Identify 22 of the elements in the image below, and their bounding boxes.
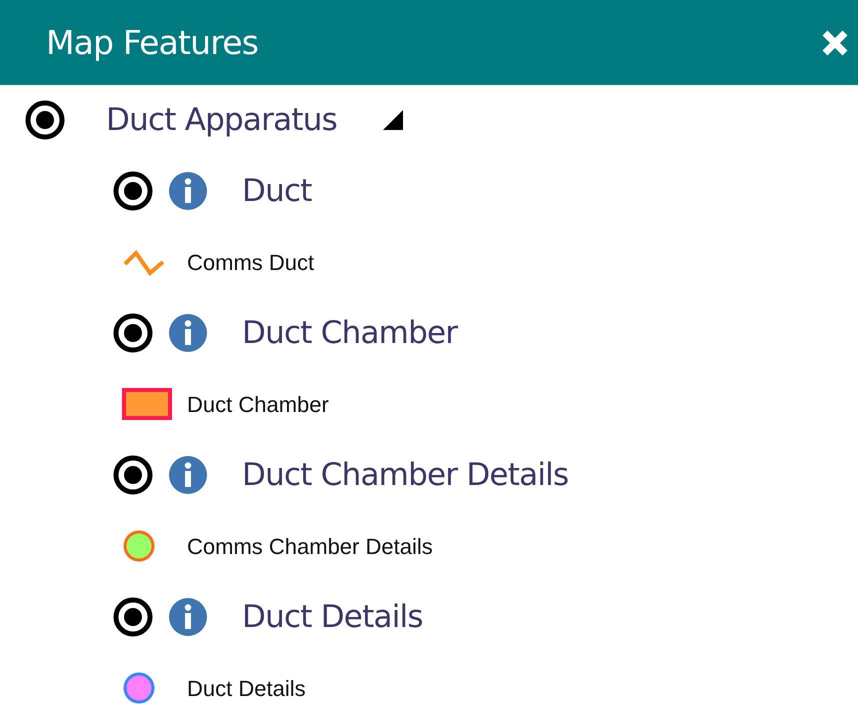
legend-label: Comms Duct bbox=[187, 248, 314, 276]
info-icon[interactable] bbox=[168, 313, 208, 353]
square-symbol-icon bbox=[122, 386, 172, 422]
legend-label: Duct Chamber bbox=[187, 390, 329, 418]
radio-button[interactable] bbox=[112, 454, 154, 496]
layer-name[interactable]: Duct Details bbox=[242, 594, 423, 640]
group-name[interactable]: Duct Apparatus bbox=[106, 96, 337, 144]
radio-button[interactable] bbox=[112, 596, 154, 638]
info-icon[interactable] bbox=[168, 171, 208, 211]
info-icon[interactable] bbox=[168, 597, 208, 637]
radio-button[interactable] bbox=[112, 170, 154, 212]
layer-name[interactable]: Duct Chamber bbox=[242, 310, 458, 356]
layer-name[interactable]: Duct Chamber Details bbox=[242, 452, 568, 498]
radio-button[interactable] bbox=[24, 99, 66, 141]
legend-label: Duct Details bbox=[187, 674, 306, 702]
layer-name[interactable]: Duct bbox=[242, 168, 312, 214]
expand-triangle-icon[interactable] bbox=[380, 108, 405, 132]
legend-label: Comms Chamber Details bbox=[187, 532, 433, 560]
panel-title: Map Features bbox=[46, 22, 258, 64]
close-icon[interactable] bbox=[820, 28, 850, 58]
radio-button[interactable] bbox=[112, 312, 154, 354]
info-icon[interactable] bbox=[168, 455, 208, 495]
